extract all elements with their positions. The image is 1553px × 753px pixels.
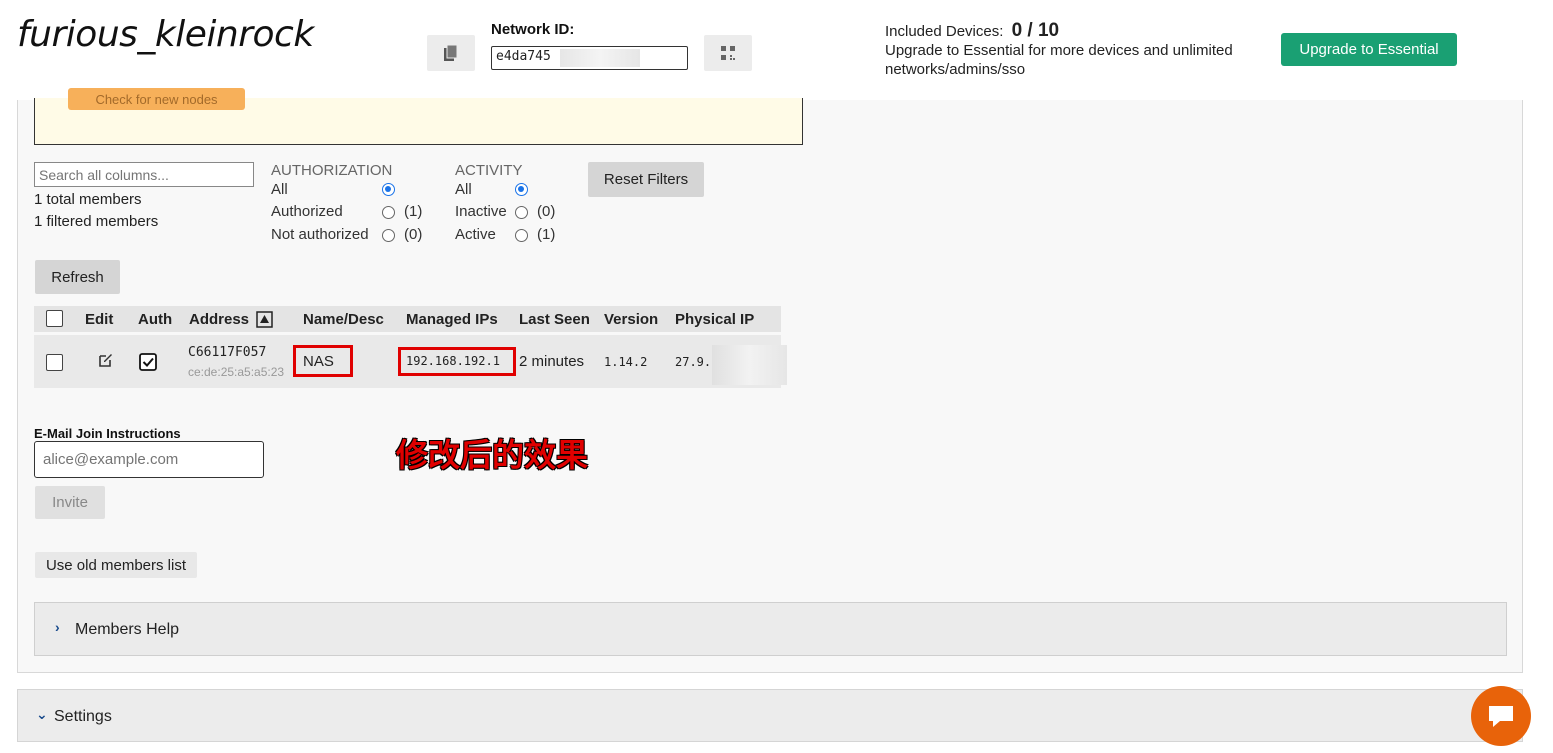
auth-filter-authorized-radio[interactable] [382, 206, 395, 219]
filtered-members: 1 filtered members [34, 213, 159, 230]
settings-label: Settings [54, 708, 112, 725]
activity-filter-active-count: (1) [537, 226, 556, 243]
invite-button[interactable]: Invite [35, 486, 105, 519]
activity-filter-all-radio[interactable] [515, 183, 528, 196]
col-name: Name/Desc [303, 311, 384, 328]
col-auth: Auth [138, 311, 173, 328]
activity-filter-all-label: All [455, 181, 472, 198]
auth-filter-not-authorized-label: Not authorized [271, 226, 369, 243]
email-invite-input[interactable] [34, 441, 264, 478]
activity-filter-active-label: Active [455, 226, 496, 243]
upgrade-text-line2: networks/admins/sso [885, 61, 1026, 78]
copy-network-id-button[interactable] [427, 35, 475, 71]
activity-filter-active-radio[interactable] [515, 229, 528, 242]
table-row: C66117F057 ce:de:25:a5:a5:23 NAS 192.168… [34, 335, 787, 388]
col-managed-ips: Managed IPs [406, 311, 498, 328]
authorization-heading: AUTHORIZATION [271, 162, 393, 179]
chat-button[interactable] [1471, 686, 1531, 746]
network-name[interactable]: furious_kleinrock [17, 14, 314, 55]
included-devices-count: 0 / 10 [1011, 20, 1060, 41]
row-select-checkbox[interactable] [46, 354, 63, 371]
copy-icon [444, 44, 458, 61]
chevron-right-icon: › [55, 619, 60, 635]
auth-filter-all-label: All [271, 181, 288, 198]
network-id-label: Network ID: [491, 21, 575, 38]
auth-filter-not-authorized-count: (0) [404, 226, 423, 243]
network-id-field[interactable]: e4da745 [491, 46, 688, 70]
redacted-physical-ip [712, 345, 787, 385]
col-address[interactable]: Address [189, 311, 249, 328]
auth-filter-authorized-count: (1) [404, 203, 423, 220]
col-edit: Edit [85, 311, 114, 328]
chat-icon [1489, 706, 1513, 727]
activity-filter-inactive-count: (0) [537, 203, 556, 220]
member-physical-ip: 27.9. [675, 355, 712, 369]
members-help-accordion[interactable]: › Members Help [34, 602, 1507, 656]
search-input[interactable] [34, 162, 254, 187]
reset-filters-button[interactable]: Reset Filters [588, 162, 704, 197]
refresh-button[interactable]: Refresh [35, 260, 120, 294]
upgrade-text-line1: Upgrade to Essential for more devices an… [885, 42, 1233, 59]
auth-filter-authorized-label: Authorized [271, 203, 343, 220]
col-physical-ip: Physical IP [675, 311, 755, 328]
activity-heading: ACTIVITY [455, 162, 523, 179]
member-version: 1.14.2 [604, 355, 648, 369]
col-version: Version [604, 311, 659, 328]
member-last-seen: 2 minutes [519, 353, 585, 370]
auth-checkbox[interactable] [139, 353, 157, 371]
qr-code-button[interactable] [704, 35, 752, 71]
members-help-label: Members Help [75, 621, 180, 638]
activity-filter-inactive-radio[interactable] [515, 206, 528, 219]
member-address: C66117F057 [188, 345, 267, 360]
sort-ascending-icon[interactable] [256, 311, 273, 328]
total-members: 1 total members [34, 191, 142, 208]
email-join-label: E-Mail Join Instructions [34, 426, 181, 441]
select-all-checkbox[interactable] [46, 310, 63, 327]
qr-code-icon [721, 46, 735, 60]
included-devices: Included Devices: 0 / 10 Upgrade to Esse… [885, 21, 1233, 79]
member-managed-ip: 192.168.192.1 [406, 354, 500, 368]
edit-icon[interactable] [98, 352, 114, 368]
auth-filter-not-authorized-radio[interactable] [382, 229, 395, 242]
check-new-nodes-button[interactable]: Check for new nodes [68, 88, 245, 110]
activity-filter-inactive-label: Inactive [455, 203, 507, 220]
redacted-network-id [560, 49, 640, 67]
network-id-value: e4da745 [496, 49, 551, 64]
members-panel: Check for new nodes 1 total members 1 fi… [17, 88, 1523, 673]
auth-filter-all-radio[interactable] [382, 183, 395, 196]
settings-accordion[interactable]: ⌄ Settings [17, 689, 1523, 742]
chevron-down-icon: ⌄ [36, 706, 48, 722]
included-devices-label: Included Devices: [885, 23, 1004, 40]
members-table-header: Edit Auth Address Name/Desc Managed IPs … [34, 306, 781, 332]
col-last-seen: Last Seen [519, 311, 590, 328]
annotation-text: 修改后的效果 [396, 436, 589, 474]
member-name[interactable]: NAS [303, 353, 334, 370]
notice-box: Check for new nodes [34, 88, 803, 145]
upgrade-button[interactable]: Upgrade to Essential [1281, 33, 1457, 66]
old-members-list-button[interactable]: Use old members list [35, 552, 197, 578]
member-mac: ce:de:25:a5:a5:23 [188, 365, 285, 379]
